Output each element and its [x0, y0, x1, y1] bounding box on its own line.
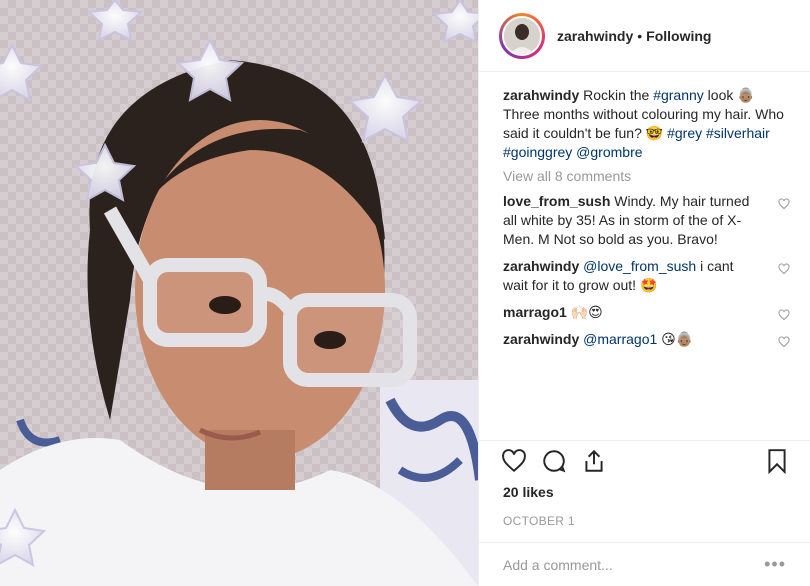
like-comment-heart-icon[interactable]: [778, 198, 790, 210]
comment-icon[interactable]: [541, 448, 567, 474]
hashtag-goinggrey[interactable]: #goinggrey: [503, 144, 572, 160]
post-date: OCTOBER 1: [503, 514, 575, 528]
comment-mention[interactable]: @love_from_sush: [583, 258, 696, 274]
like-comment-heart-icon[interactable]: [778, 309, 790, 321]
view-all-comments-link[interactable]: View all 8 comments: [503, 168, 790, 184]
more-options-icon[interactable]: •••: [764, 554, 786, 575]
selfie-image: [0, 0, 478, 586]
mention-grombre[interactable]: @grombre: [576, 144, 642, 160]
add-comment-bar: •••: [479, 542, 810, 586]
caption: zarahwindy Rockin the #granny look 👵🏽 Th…: [503, 86, 790, 162]
hashtag-silverhair[interactable]: #silverhair: [706, 125, 770, 141]
heart-icon[interactable]: [501, 448, 527, 474]
avatar-image: [502, 15, 542, 56]
caption-text: Rockin the: [583, 87, 650, 103]
comment-text: 🙌🏻😍: [570, 304, 603, 320]
comment-username[interactable]: zarahwindy: [503, 331, 579, 347]
separator-dot: •: [637, 27, 643, 44]
comment-username[interactable]: love_from_sush: [503, 193, 610, 209]
post: zarahwindy • Following zarahwindy Rockin…: [0, 0, 810, 586]
comment: zarahwindy @love_from_sush i cant wait f…: [503, 257, 790, 295]
likes-count[interactable]: 20 likes: [479, 480, 810, 506]
comment-username[interactable]: marrago1: [503, 304, 567, 320]
avatar[interactable]: [499, 12, 545, 59]
post-photo[interactable]: [0, 0, 478, 586]
hashtag-grey[interactable]: #grey: [667, 125, 702, 141]
share-icon[interactable]: [581, 448, 607, 474]
comment: zarahwindy @marrago1 😘👵🏽: [503, 330, 790, 349]
bookmark-icon[interactable]: [764, 448, 790, 474]
like-comment-heart-icon[interactable]: [778, 336, 790, 348]
post-panel: zarahwindy • Following zarahwindy Rockin…: [478, 0, 810, 586]
following-button[interactable]: Following: [646, 28, 711, 44]
like-comment-heart-icon[interactable]: [778, 263, 790, 275]
header-username[interactable]: zarahwindy: [557, 28, 633, 44]
comment-username[interactable]: zarahwindy: [503, 258, 579, 274]
comment: marrago1 🙌🏻😍: [503, 303, 790, 322]
comment: love_from_sush Windy. My hair turned all…: [503, 192, 790, 249]
caption-username[interactable]: zarahwindy: [503, 87, 579, 103]
post-header: zarahwindy • Following: [479, 0, 810, 72]
comments-section: zarahwindy Rockin the #granny look 👵🏽 Th…: [479, 72, 810, 434]
comment-text: 😘👵🏽: [661, 331, 694, 347]
add-comment-input[interactable]: [503, 556, 733, 573]
profile-photo-icon: [504, 17, 540, 54]
hashtag-granny[interactable]: #granny: [653, 87, 704, 103]
action-bar: [479, 440, 810, 480]
comment-mention[interactable]: @marrago1: [583, 331, 657, 347]
